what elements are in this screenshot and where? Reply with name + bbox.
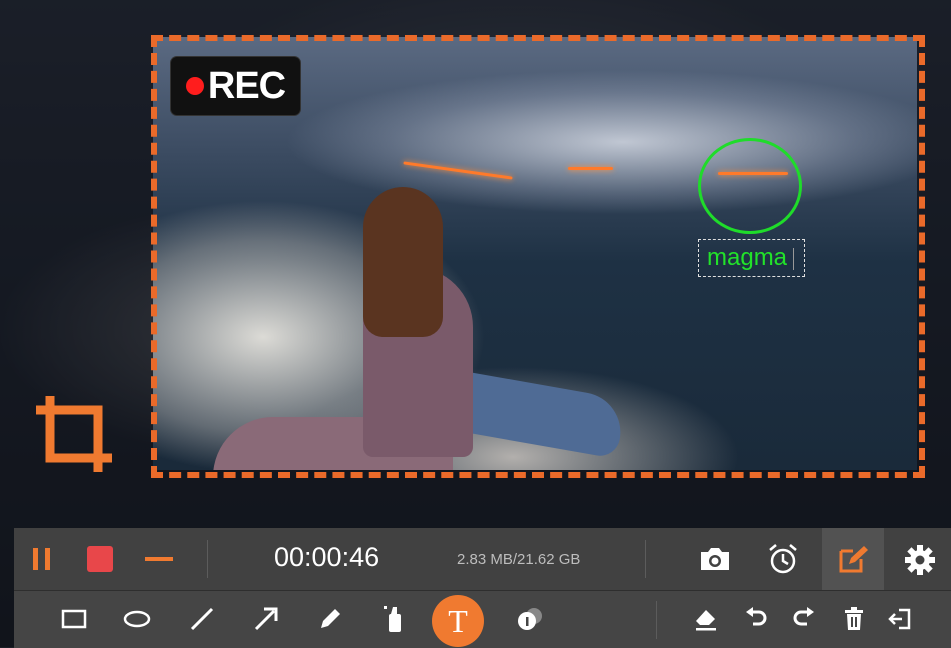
screenshot-button[interactable] (696, 542, 734, 576)
gear-icon (905, 545, 935, 575)
stop-button[interactable] (84, 543, 116, 575)
text-tool[interactable]: T (432, 595, 484, 647)
eraser-tool[interactable] (690, 603, 722, 635)
edit-annotate-button[interactable] (822, 528, 884, 590)
pause-icon (33, 548, 50, 570)
file-size-readout: 2.83 MB/21.62 GB (457, 551, 581, 568)
pen-icon (321, 609, 340, 628)
text-tool-icon: T (448, 602, 468, 639)
annotation-circle[interactable] (698, 138, 802, 234)
undo-button[interactable] (740, 603, 772, 635)
undo-icon (746, 607, 767, 626)
camera-icon (701, 548, 729, 570)
pause-button[interactable] (26, 543, 58, 575)
divider (645, 540, 646, 578)
eraser-icon (696, 610, 716, 631)
redo-icon (793, 607, 814, 626)
recording-toolbar: 00:00:46 2.83 MB/21.62 GB T (14, 528, 951, 648)
alarm-clock-icon (769, 544, 797, 574)
minimize-icon (145, 557, 173, 561)
ellipse-tool[interactable] (120, 603, 154, 635)
schedule-timer-button[interactable] (764, 540, 802, 578)
exit-edit-button[interactable] (884, 603, 916, 635)
settings-button[interactable] (902, 542, 938, 578)
delete-button[interactable] (838, 603, 870, 635)
annotation-text: magma (707, 244, 788, 271)
divider (656, 601, 657, 639)
minimize-button[interactable] (142, 543, 176, 575)
ellipse-icon (123, 610, 151, 628)
exit-icon (888, 608, 911, 630)
crop-icon[interactable] (32, 392, 116, 476)
line-tool[interactable] (186, 603, 218, 635)
rectangle-icon (61, 609, 87, 629)
callout-icon (518, 608, 542, 630)
divider (207, 540, 208, 578)
line-icon (190, 607, 214, 631)
toolbar-annotation-row: T (14, 590, 951, 648)
highlighter-tool[interactable] (378, 601, 410, 637)
rec-dot-icon (185, 77, 204, 95)
text-caret (793, 247, 795, 270)
redo-button[interactable] (788, 603, 820, 635)
callout-tool[interactable] (514, 603, 548, 635)
rec-badge: REC (171, 57, 300, 115)
rectangle-tool[interactable] (58, 603, 90, 635)
highlighter-icon (384, 606, 401, 632)
stop-icon (87, 546, 113, 572)
arrow-icon (254, 607, 278, 631)
rec-label: REC (207, 64, 286, 107)
toolbar-control-row: 00:00:46 2.83 MB/21.62 GB (14, 528, 951, 590)
annotation-text-box[interactable]: magma (698, 239, 806, 277)
trash-icon (845, 607, 863, 630)
edit-pencil-icon (839, 546, 868, 573)
pen-tool[interactable] (314, 603, 346, 635)
arrow-tool[interactable] (250, 603, 282, 635)
recording-timer: 00:00:46 (274, 542, 380, 572)
